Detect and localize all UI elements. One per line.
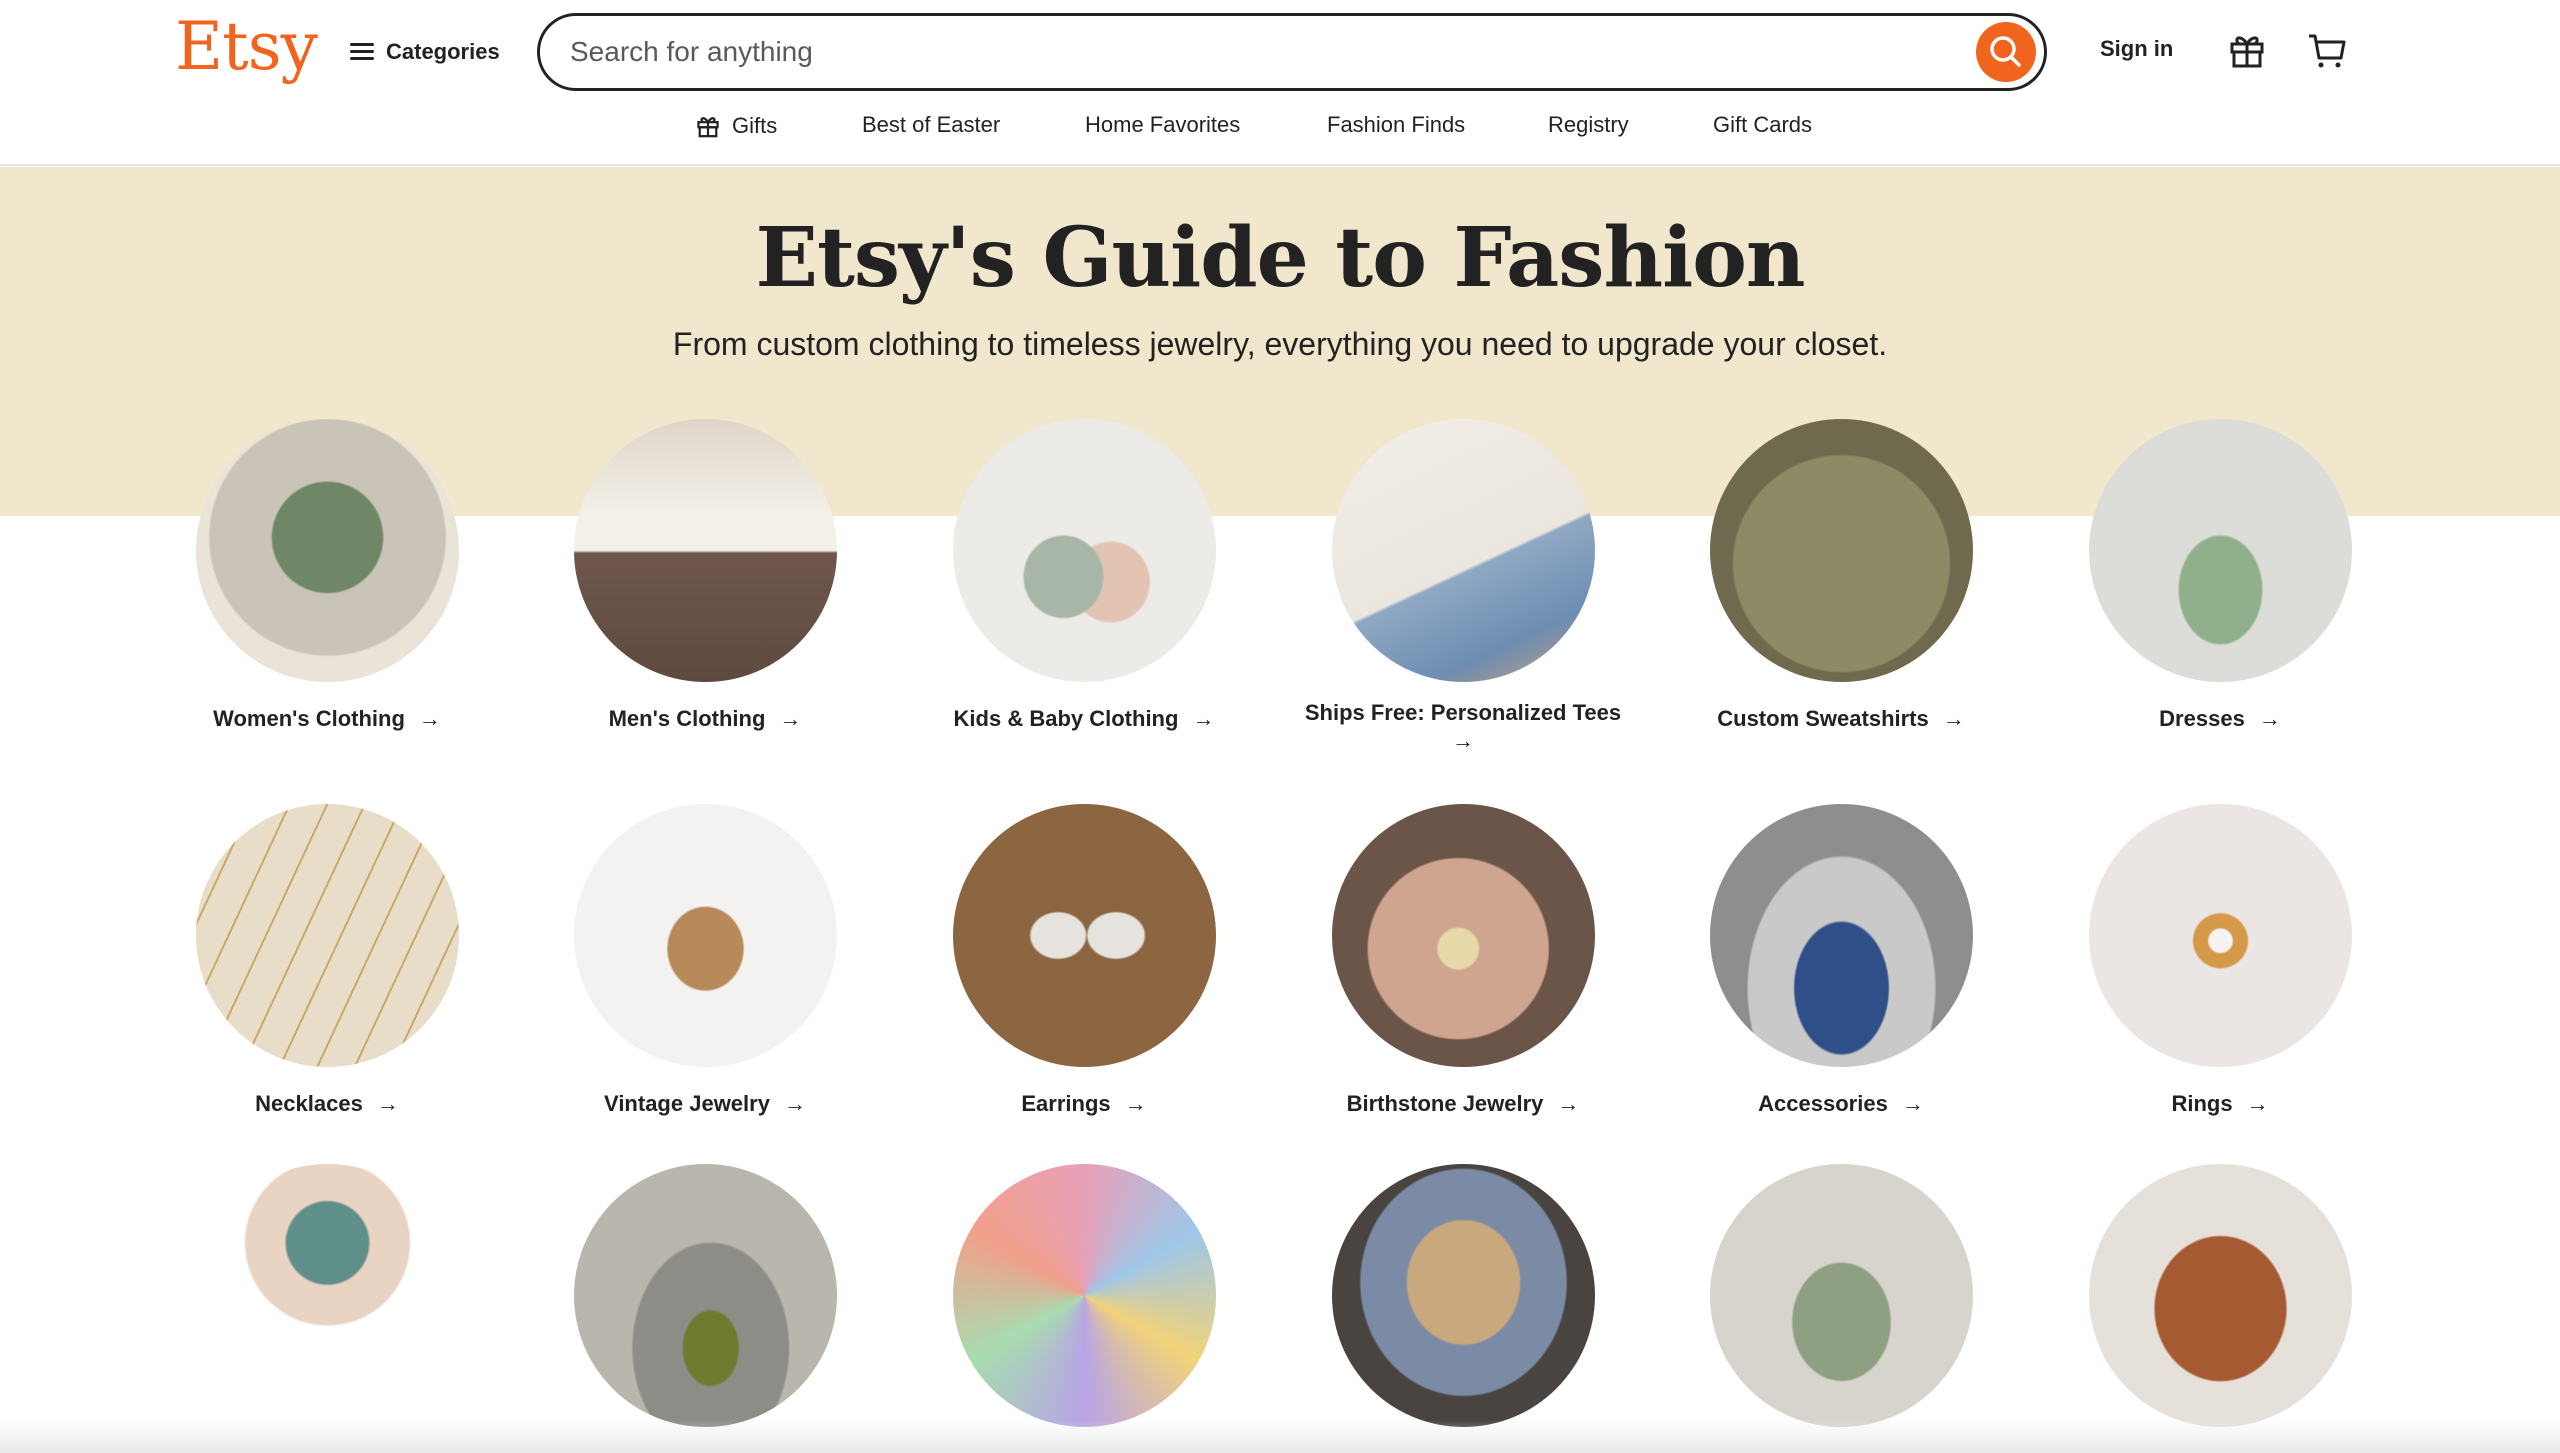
gift-icon: [697, 117, 719, 138]
category-image: [1332, 804, 1595, 1067]
category-label: Necklaces →: [255, 1091, 399, 1116]
category-image: [196, 1164, 459, 1427]
category-image: [574, 804, 837, 1067]
category-tile-hair-accessories[interactable]: [1283, 1164, 1643, 1427]
sign-in-link[interactable]: Sign in: [2100, 36, 2173, 62]
category-label: Accessories →: [1758, 1091, 1924, 1116]
sub-navigation: Gifts Best of Easter Home Favorites Fash…: [0, 112, 2560, 152]
category-womens-clothing[interactable]: Women's Clothing →: [147, 419, 507, 739]
category-label: Women's Clothing →: [213, 706, 441, 731]
category-image: [2089, 804, 2352, 1067]
category-kids-baby-clothing[interactable]: Kids & Baby Clothing →: [904, 419, 1264, 739]
subnav-label: Best of Easter: [862, 112, 1001, 137]
category-dresses[interactable]: Dresses →: [2040, 419, 2400, 739]
page-subtitle: From custom clothing to timeless jewelry…: [672, 326, 1888, 362]
categories-button[interactable]: Categories: [350, 34, 500, 70]
arrow-right-icon: →: [779, 706, 802, 731]
category-image: [2089, 1164, 2352, 1427]
search-icon: [1990, 36, 2021, 67]
category-tile-bags[interactable]: [525, 1164, 885, 1427]
category-image: [2089, 419, 2352, 682]
category-birthstone-jewelry[interactable]: Birthstone Jewelry →: [1283, 804, 1643, 1124]
subnav-fashion-finds[interactable]: Fashion Finds: [1327, 112, 1465, 138]
category-vintage-jewelry[interactable]: Vintage Jewelry →: [525, 804, 885, 1124]
category-image: [196, 804, 459, 1067]
category-label: Dresses →: [2159, 706, 2281, 731]
category-necklaces[interactable]: Necklaces →: [147, 804, 507, 1124]
category-custom-sweatshirts[interactable]: Custom Sweatshirts →: [1661, 419, 2021, 739]
search-button[interactable]: [1976, 22, 2036, 82]
category-rings[interactable]: Rings →: [2040, 804, 2400, 1124]
cart-button[interactable]: [2305, 28, 2349, 72]
category-accessories[interactable]: Accessories →: [1661, 804, 2021, 1124]
subnav-label: Fashion Finds: [1327, 112, 1466, 137]
categories-label: Categories: [386, 39, 500, 64]
arrow-right-icon: →: [783, 1091, 806, 1116]
subnav-gift-cards[interactable]: Gift Cards: [1713, 112, 1812, 138]
arrow-right-icon: →: [2258, 706, 2281, 731]
arrow-right-icon: →: [1942, 706, 1965, 731]
subnav-home-favorites[interactable]: Home Favorites: [1085, 112, 1240, 138]
category-image: [574, 1164, 837, 1427]
category-image: [1332, 1164, 1595, 1427]
arrow-right-icon: →: [1452, 728, 1474, 753]
subnav-registry[interactable]: Registry: [1548, 112, 1629, 138]
subnav-best-of-easter[interactable]: Best of Easter: [862, 112, 1000, 138]
category-tile-keychains[interactable]: [904, 1164, 1264, 1427]
arrow-right-icon: →: [418, 706, 441, 731]
arrow-right-icon: →: [1901, 1091, 1924, 1116]
search-bar: [537, 13, 2047, 91]
category-tile-matching-sets[interactable]: [1661, 1164, 2021, 1427]
category-image: [574, 419, 837, 682]
category-label: Rings →: [2171, 1091, 2269, 1116]
site-header: Etsy Categories Sign in: [0, 0, 2560, 166]
category-label: Vintage Jewelry →: [604, 1091, 806, 1116]
subnav-label: Registry: [1548, 112, 1629, 137]
category-label: Earrings →: [1021, 1091, 1147, 1116]
hamburger-icon: [350, 42, 374, 62]
category-label: Kids & Baby Clothing →: [953, 706, 1215, 731]
category-image: [953, 419, 1216, 682]
category-mens-clothing[interactable]: Men's Clothing →: [525, 419, 885, 739]
gift-icon: [2230, 36, 2264, 68]
category-earrings[interactable]: Earrings →: [904, 804, 1264, 1124]
arrow-right-icon: →: [376, 1091, 399, 1116]
subnav-label: Gifts: [732, 113, 778, 138]
category-image: [1710, 804, 1973, 1067]
subnav-label: Home Favorites: [1085, 112, 1241, 137]
search-input[interactable]: [570, 30, 1900, 74]
category-image: [196, 419, 459, 682]
category-label: Ships Free: Personalized Tees →: [1304, 700, 1622, 753]
category-label: Men's Clothing →: [608, 706, 802, 731]
cart-icon: [2309, 34, 2346, 68]
scroll-fade: [0, 1420, 2560, 1453]
category-image: [1710, 419, 1973, 682]
category-label: Custom Sweatshirts →: [1717, 706, 1965, 731]
category-tile-leather-goods[interactable]: [2040, 1164, 2400, 1427]
category-personalized-tees[interactable]: Ships Free: Personalized Tees →: [1283, 419, 1643, 759]
category-label: Birthstone Jewelry →: [1346, 1091, 1580, 1116]
category-tile-hats[interactable]: [147, 1164, 507, 1427]
arrow-right-icon: →: [2246, 1091, 2269, 1116]
gift-mode-button[interactable]: [2225, 28, 2269, 72]
arrow-right-icon: →: [1557, 1091, 1580, 1116]
category-image: [953, 804, 1216, 1067]
category-image: [1332, 419, 1595, 682]
etsy-logo[interactable]: Etsy: [175, 8, 318, 85]
subnav-gifts[interactable]: Gifts: [694, 112, 777, 140]
subnav-label: Gift Cards: [1713, 112, 1813, 137]
page-title: Etsy's Guide to Fashion: [755, 210, 1805, 306]
category-image: [1710, 1164, 1973, 1427]
category-image: [953, 1164, 1216, 1427]
arrow-right-icon: →: [1124, 1091, 1147, 1116]
arrow-right-icon: →: [1192, 706, 1215, 731]
